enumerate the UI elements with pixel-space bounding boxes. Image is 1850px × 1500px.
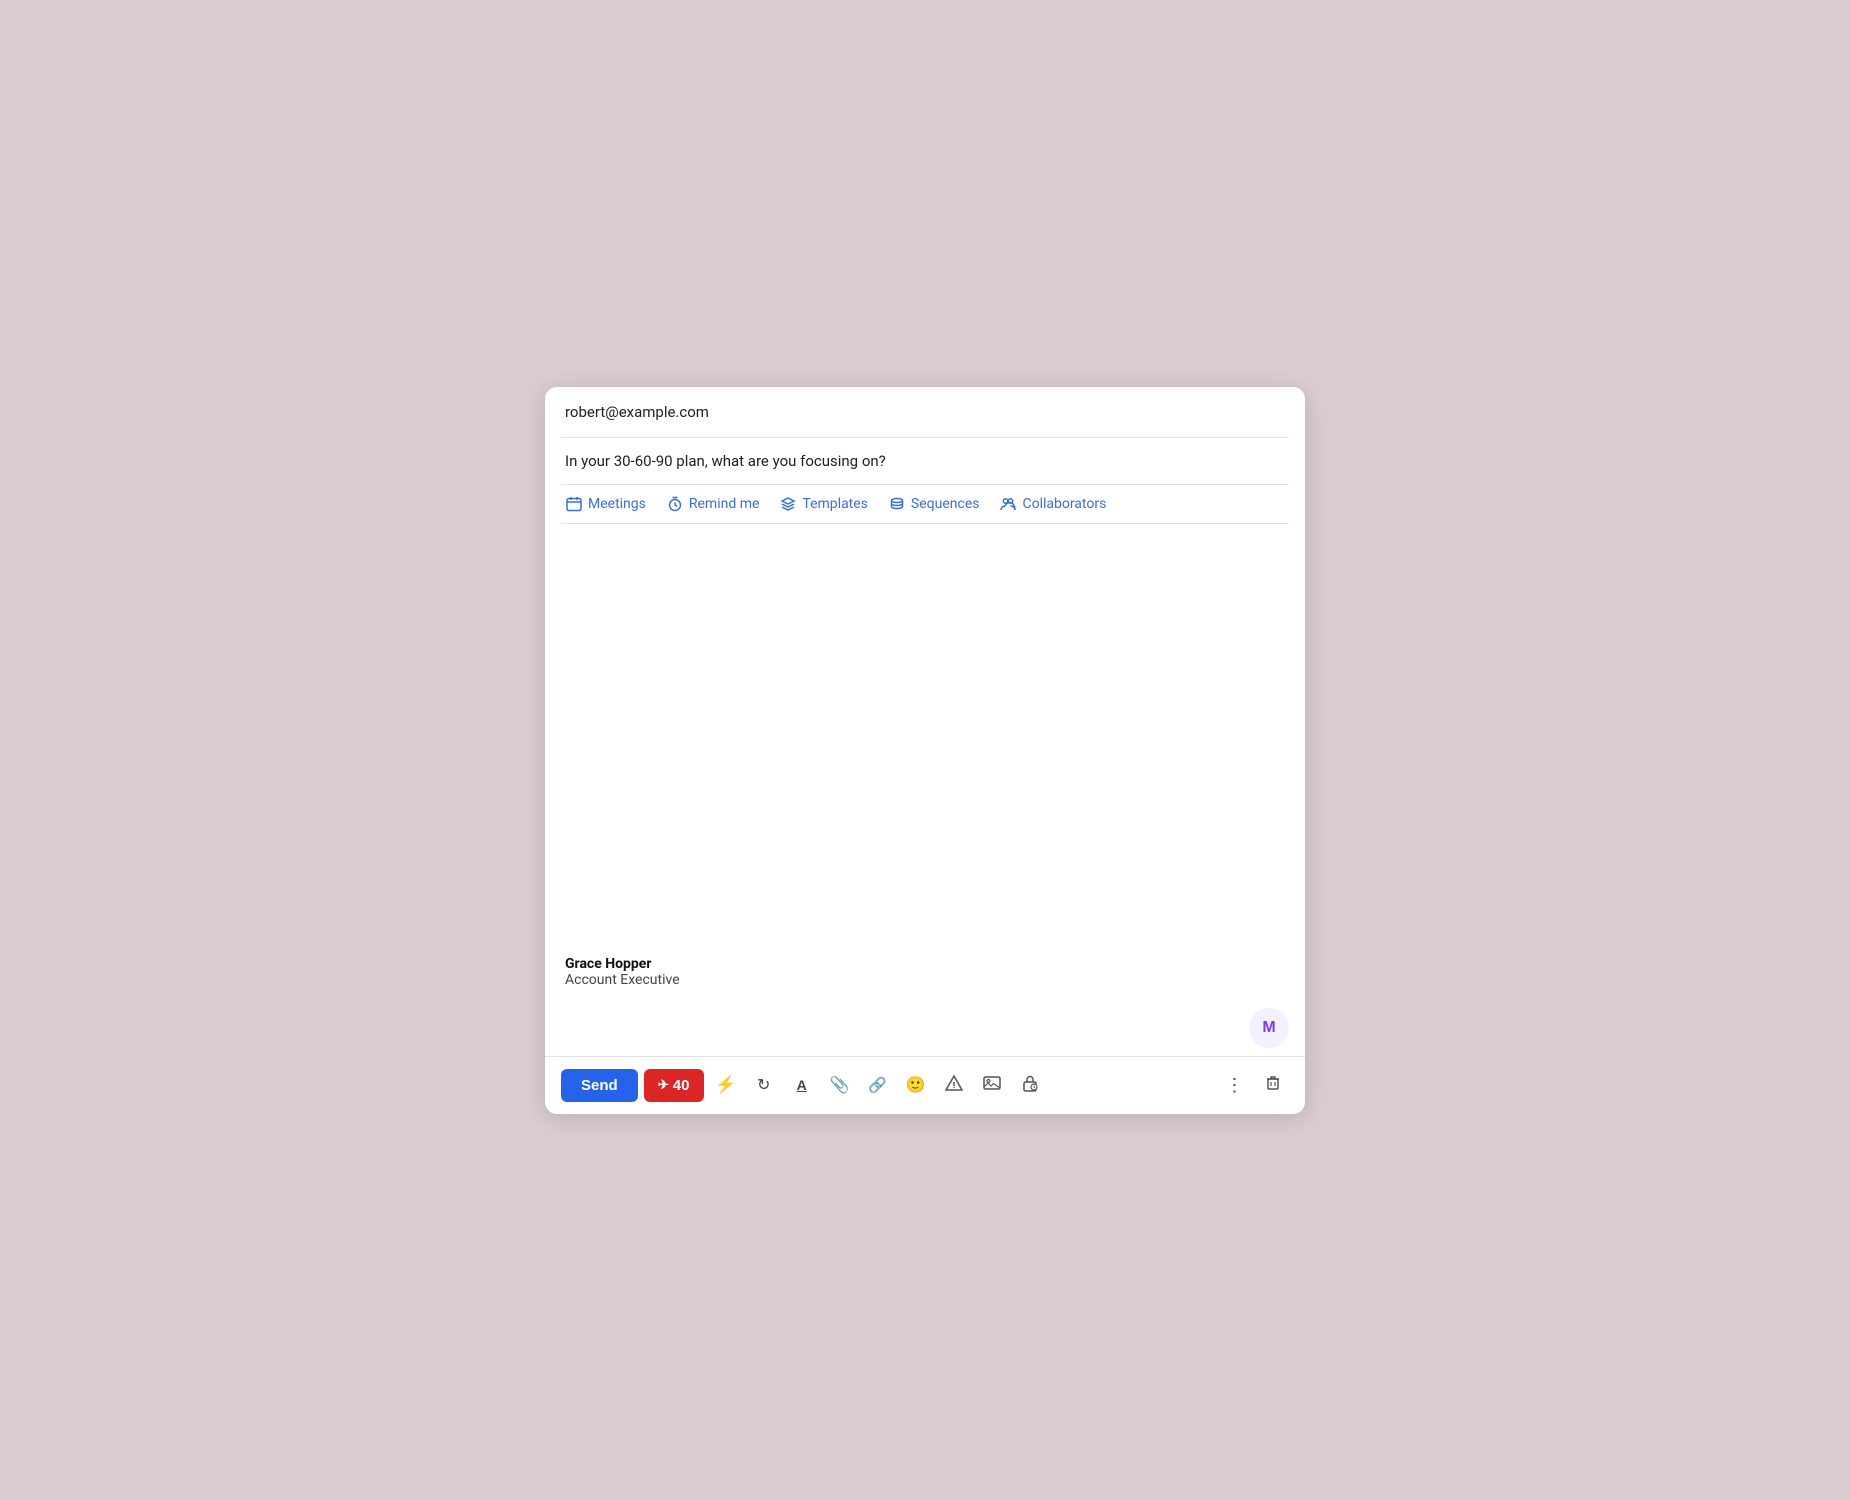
tracking-icon: ✈ [658, 1077, 669, 1093]
lock-schedule-icon [1021, 1074, 1039, 1097]
attach-button[interactable]: 📎 [824, 1069, 856, 1101]
email-compose-window: robert@example.com In your 30-60-90 plan… [545, 387, 1305, 1114]
emoji-button[interactable]: 🙂 [900, 1069, 932, 1101]
lightning-icon: ⚡ [715, 1075, 736, 1095]
trash-icon [1264, 1074, 1282, 1097]
sequences-label: Sequences [911, 496, 980, 512]
layers-icon [779, 495, 797, 513]
send-button[interactable]: Send [561, 1069, 638, 1102]
avatar-row: M [545, 1004, 1305, 1056]
collaborators-button[interactable]: Collaborators [999, 495, 1106, 513]
emoji-icon: 🙂 [906, 1075, 926, 1095]
remind-me-button[interactable]: Remind me [666, 495, 760, 513]
refresh-button[interactable]: ↻ [748, 1069, 780, 1101]
signature: Grace Hopper Account Executive [545, 944, 1305, 1004]
meetings-button[interactable]: Meetings [565, 495, 646, 513]
avatar-button[interactable]: M [1249, 1008, 1289, 1048]
templates-label: Templates [802, 496, 868, 512]
signature-title: Account Executive [565, 972, 1285, 988]
more-options-icon: ⋮ [1226, 1075, 1245, 1096]
calendar-icon [565, 495, 583, 513]
collaborators-label: Collaborators [1022, 496, 1106, 512]
warning-icon [945, 1074, 963, 1097]
meetings-label: Meetings [588, 496, 646, 512]
image-icon [983, 1074, 1001, 1097]
warning-button[interactable] [938, 1069, 970, 1101]
link-icon: 🔗 [868, 1076, 887, 1094]
sequences-button[interactable]: Sequences [888, 495, 980, 513]
subject-text: In your 30-60-90 plan, what are you focu… [565, 452, 886, 470]
clock-icon [666, 495, 684, 513]
templates-button[interactable]: Templates [779, 495, 868, 513]
text-format-icon: A [797, 1077, 807, 1093]
bottom-toolbar: Send ✈ 40 ⚡ ↻ A 📎 🔗 🙂 [545, 1057, 1305, 1114]
refresh-icon: ↻ [757, 1075, 770, 1095]
image-button[interactable] [976, 1069, 1008, 1101]
to-address: robert@example.com [565, 403, 709, 421]
remind-me-label: Remind me [689, 496, 760, 512]
link-button[interactable]: 🔗 [862, 1069, 894, 1101]
email-body[interactable] [545, 524, 1305, 944]
signature-name: Grace Hopper [565, 956, 1285, 972]
text-format-button[interactable]: A [786, 1069, 818, 1101]
to-field[interactable]: robert@example.com [545, 387, 1305, 437]
lock-schedule-button[interactable] [1014, 1069, 1046, 1101]
tracking-button[interactable]: ✈ 40 [644, 1069, 704, 1102]
tracking-badge: 40 [673, 1077, 690, 1094]
delete-button[interactable] [1257, 1069, 1289, 1101]
avatar-initials: M [1262, 1019, 1275, 1037]
stack-icon [888, 495, 906, 513]
compose-toolbar: Meetings Remind me Templa [545, 485, 1305, 523]
more-options-button[interactable]: ⋮ [1219, 1069, 1251, 1101]
attach-icon: 📎 [830, 1075, 850, 1095]
lightning-button[interactable]: ⚡ [710, 1069, 742, 1101]
subject-field[interactable]: In your 30-60-90 plan, what are you focu… [545, 438, 1305, 484]
people-icon [999, 495, 1017, 513]
